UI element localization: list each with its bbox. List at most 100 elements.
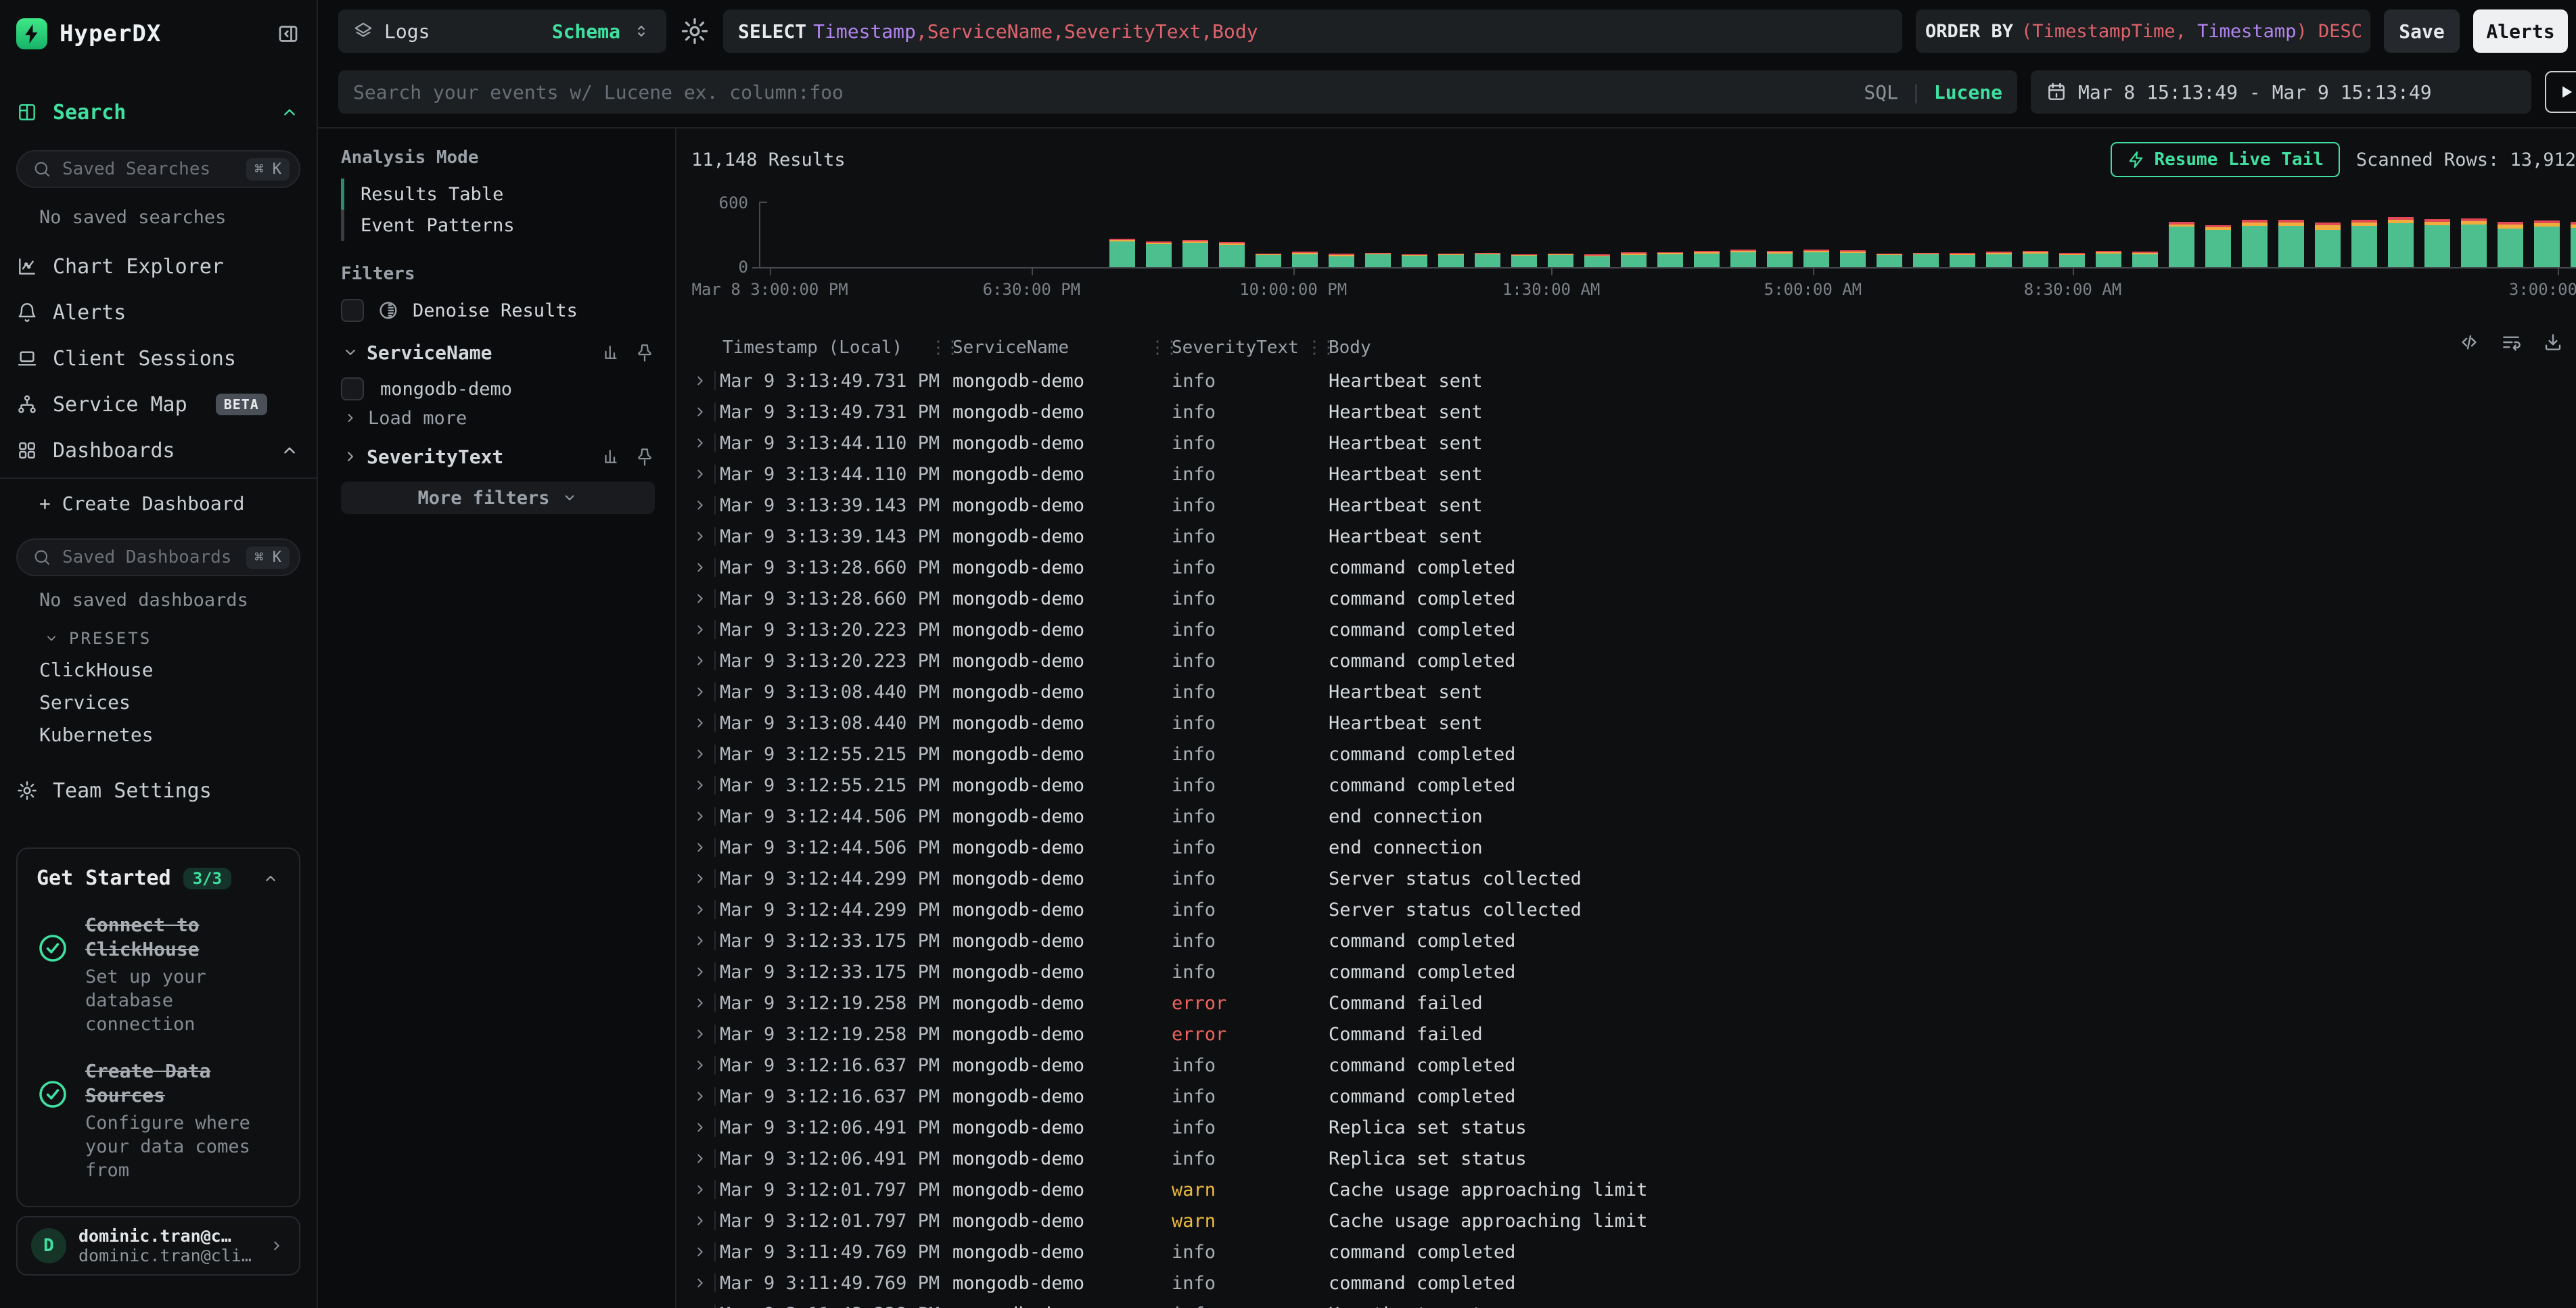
table-row[interactable]: Mar 9 3:12:44.299 PMmongodb-demoinfoServ… [676, 863, 2576, 894]
expand-row-icon[interactable] [691, 808, 709, 825]
column-header-servicename[interactable]: ⋮⋮ServiceName [950, 337, 1169, 358]
events-histogram[interactable]: 600 0 Mar 8 3:00:00 PM6:30:00 PM10:00:00… [676, 177, 2576, 319]
table-row[interactable]: Mar 9 3:12:33.175 PMmongodb-demoinfocomm… [676, 956, 2576, 987]
create-dashboard-button[interactable]: + Create Dashboard [16, 487, 300, 519]
expand-row-icon[interactable] [691, 1150, 709, 1167]
column-header-timestamp[interactable]: Timestamp (Local) [720, 337, 950, 358]
expand-row-icon[interactable] [691, 621, 709, 638]
expand-row-icon[interactable] [691, 1243, 709, 1261]
table-row[interactable]: Mar 9 3:13:44.110 PMmongodb-demoinfoHear… [676, 459, 2576, 490]
drag-handle-icon[interactable]: ⋮⋮ [929, 337, 958, 358]
drag-handle-icon[interactable]: ⋮⋮ [1306, 337, 1334, 358]
histogram-plot[interactable] [759, 202, 2576, 267]
alerts-button[interactable]: Alerts [2473, 9, 2568, 53]
table-row[interactable]: Mar 9 3:11:43.228 PMmongodb-demoinfoHear… [676, 1299, 2576, 1308]
expand-row-icon[interactable] [691, 434, 709, 452]
expand-row-icon[interactable] [691, 901, 709, 918]
get-started-item[interactable]: Add DataStart sending [37, 1205, 280, 1207]
sql-toggle[interactable]: SQL [1864, 81, 1898, 103]
load-more-button[interactable]: Load more [341, 404, 655, 431]
expand-row-icon[interactable] [691, 745, 709, 763]
expand-row-icon[interactable] [691, 870, 709, 887]
expand-row-icon[interactable] [691, 590, 709, 607]
table-row[interactable]: Mar 9 3:13:44.110 PMmongodb-demoinfoHear… [676, 427, 2576, 459]
expand-row-icon[interactable] [691, 652, 709, 670]
resume-live-tail-button[interactable]: Resume Live Tail [2111, 142, 2339, 177]
pin-icon[interactable] [635, 446, 655, 467]
sidebar-item-chart-explorer[interactable]: Chart Explorer [16, 243, 300, 289]
chart-facet-icon[interactable] [601, 342, 621, 363]
download-icon[interactable] [2542, 331, 2564, 353]
expand-row-icon[interactable] [691, 1181, 709, 1198]
expand-row-icon[interactable] [691, 683, 709, 701]
sidebar-item-alerts[interactable]: Alerts [16, 289, 300, 335]
expand-row-icon[interactable] [691, 528, 709, 545]
table-row[interactable]: Mar 9 3:11:49.769 PMmongodb-demoinfocomm… [676, 1236, 2576, 1267]
table-row[interactable]: Mar 9 3:12:06.491 PMmongodb-demoinfoRepl… [676, 1143, 2576, 1174]
table-row[interactable]: Mar 9 3:13:49.731 PMmongodb-demoinfoHear… [676, 365, 2576, 396]
expand-row-icon[interactable] [691, 403, 709, 421]
table-row[interactable]: Mar 9 3:13:08.440 PMmongodb-demoinfoHear… [676, 707, 2576, 739]
expand-row-icon[interactable] [691, 714, 709, 732]
chart-facet-icon[interactable] [601, 446, 621, 467]
table-row[interactable]: Mar 9 3:13:20.223 PMmongodb-demoinfocomm… [676, 614, 2576, 645]
lucene-toggle[interactable]: Lucene [1934, 81, 2002, 103]
sidebar-item-service-map[interactable]: Service MapBETA [16, 381, 300, 427]
expand-row-icon[interactable] [691, 776, 709, 794]
table-row[interactable]: Mar 9 3:12:06.491 PMmongodb-demoinfoRepl… [676, 1112, 2576, 1143]
sidebar-item-client-sessions[interactable]: Client Sessions [16, 335, 300, 381]
saved-dashboards-input[interactable]: Saved Dashboards ⌘ K [16, 538, 300, 576]
expand-row-icon[interactable] [691, 372, 709, 390]
preset-item-clickhouse[interactable]: ClickHouse [16, 653, 300, 686]
expand-row-icon[interactable] [691, 1119, 709, 1136]
table-row[interactable]: Mar 9 3:12:01.797 PMmongodb-demowarnCach… [676, 1205, 2576, 1236]
filter-group-servicename[interactable]: ServiceName [341, 337, 655, 368]
filter-group-severitytext[interactable]: SeverityText [341, 441, 655, 472]
table-row[interactable]: Mar 9 3:13:08.440 PMmongodb-demoinfoHear… [676, 676, 2576, 707]
mode-event-patterns[interactable]: Event Patterns [341, 210, 655, 241]
table-row[interactable]: Mar 9 3:11:49.769 PMmongodb-demoinfocomm… [676, 1267, 2576, 1299]
servicename-value-checkbox[interactable] [341, 377, 364, 400]
expand-row-icon[interactable] [691, 1088, 709, 1105]
expand-row-icon[interactable] [691, 1212, 709, 1230]
table-row[interactable]: Mar 9 3:12:33.175 PMmongodb-demoinfocomm… [676, 925, 2576, 956]
table-row[interactable]: Mar 9 3:13:39.143 PMmongodb-demoinfoHear… [676, 490, 2576, 521]
table-row[interactable]: Mar 9 3:12:19.258 PMmongodb-demoerrorCom… [676, 1019, 2576, 1050]
expand-row-icon[interactable] [691, 1274, 709, 1292]
pin-icon[interactable] [635, 342, 655, 363]
table-row[interactable]: Mar 9 3:12:19.258 PMmongodb-demoerrorCom… [676, 987, 2576, 1019]
table-row[interactable]: Mar 9 3:13:28.660 PMmongodb-demoinfocomm… [676, 552, 2576, 583]
expand-row-icon[interactable] [691, 839, 709, 856]
mode-results-table[interactable]: Results Table [341, 179, 655, 210]
denoise-checkbox[interactable] [341, 299, 364, 322]
table-row[interactable]: Mar 9 3:12:44.506 PMmongodb-demoinfoend … [676, 801, 2576, 832]
presets-section-toggle[interactable]: PRESETS [16, 625, 300, 652]
column-header-body[interactable]: ⋮⋮Body [1326, 337, 2529, 358]
save-button[interactable]: Save [2384, 9, 2460, 53]
table-row[interactable]: Mar 9 3:12:55.215 PMmongodb-demoinfocomm… [676, 739, 2576, 770]
get-started-item[interactable]: Connect to ClickHouseSet up your databas… [37, 913, 280, 1036]
order-by-input[interactable]: ORDER BY (TimestampTime, Timestamp) DESC [1916, 9, 2370, 53]
more-filters-button[interactable]: More filters [341, 482, 655, 514]
table-row[interactable]: Mar 9 3:13:49.731 PMmongodb-demoinfoHear… [676, 396, 2576, 427]
settings-gear-icon[interactable] [680, 16, 710, 46]
table-row[interactable]: Mar 9 3:12:01.797 PMmongodb-demowarnCach… [676, 1174, 2576, 1205]
collapse-sidebar-icon[interactable] [276, 22, 300, 46]
expand-row-icon[interactable] [691, 994, 709, 1012]
table-row[interactable]: Mar 9 3:12:44.299 PMmongodb-demoinfoServ… [676, 894, 2576, 925]
drag-handle-icon[interactable]: ⋮⋮ [1149, 337, 1177, 358]
table-row[interactable]: Mar 9 3:13:20.223 PMmongodb-demoinfocomm… [676, 645, 2576, 676]
table-row[interactable]: Mar 9 3:12:16.637 PMmongodb-demoinfocomm… [676, 1081, 2576, 1112]
expand-row-icon[interactable] [691, 465, 709, 483]
table-row[interactable]: Mar 9 3:13:39.143 PMmongodb-demoinfoHear… [676, 521, 2576, 552]
search-input[interactable]: Search your events w/ Lucene ex. column:… [338, 70, 2017, 114]
expand-row-icon[interactable] [691, 496, 709, 514]
run-query-button[interactable] [2545, 71, 2576, 113]
expand-row-icon[interactable] [691, 1056, 709, 1074]
preset-item-kubernetes[interactable]: Kubernetes [16, 718, 300, 751]
source-select[interactable]: Logs Schema [338, 9, 666, 53]
schema-link[interactable]: Schema [552, 20, 620, 43]
preset-item-services[interactable]: Services [16, 686, 300, 718]
time-range-picker[interactable]: Mar 8 15:13:49 - Mar 9 15:13:49 [2031, 70, 2531, 114]
table-row[interactable]: Mar 9 3:12:44.506 PMmongodb-demoinfoend … [676, 832, 2576, 863]
